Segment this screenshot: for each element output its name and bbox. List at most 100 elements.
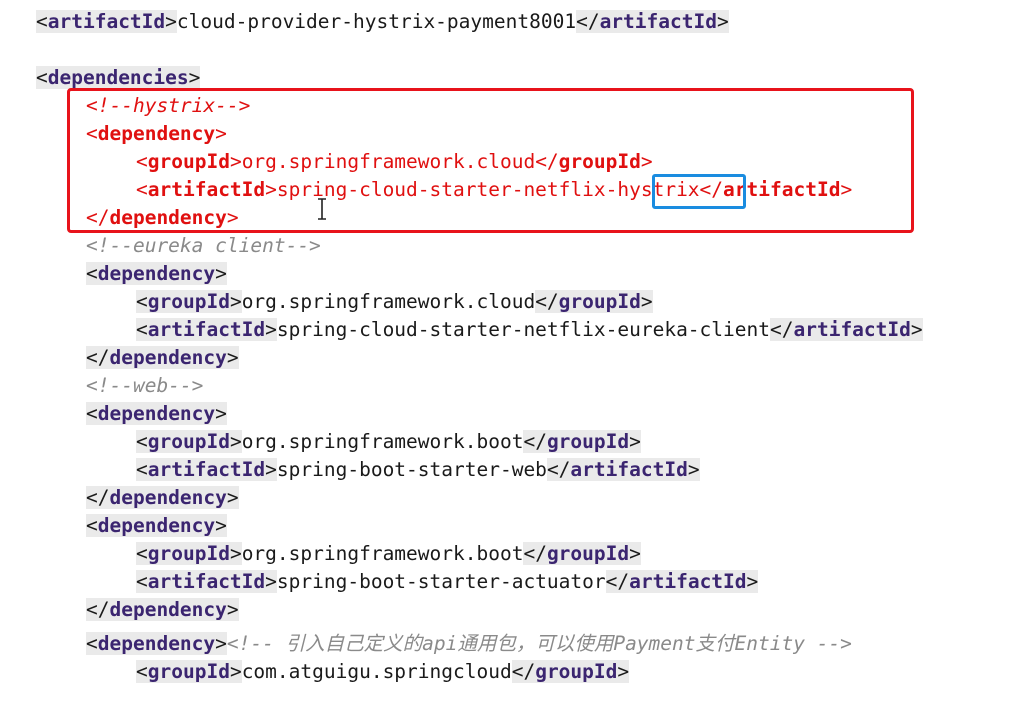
code-line-artifactid: <artifactId>spring-cloud-starter-netflix…	[136, 316, 923, 344]
xml-text-value: cloud-provider-hystrix-payment8001	[176, 10, 577, 33]
xml-bracket: </	[605, 570, 630, 593]
xml-tag-name: dependency	[97, 402, 216, 425]
code-line-groupid: <groupId>com.atguigu.springcloud</groupI…	[136, 658, 630, 686]
xml-bracket: </	[86, 486, 110, 509]
xml-bracket: <	[136, 542, 148, 565]
code-line-artifactid: <artifactId>spring-boot-starter-actuator…	[136, 568, 759, 596]
xml-tag-name: artifactId	[147, 570, 266, 593]
xml-bracket: </	[546, 458, 571, 481]
xml-tag-name: groupId	[147, 660, 230, 683]
xml-bracket: >	[265, 318, 277, 341]
xml-tag-name: artifactId	[629, 570, 747, 593]
xml-text-value: org.springframework.boot	[241, 542, 524, 565]
xml-text-value: com.atguigu.springcloud	[241, 660, 512, 683]
code-line-dependency-open: <dependency>	[86, 512, 227, 540]
text-cursor-icon	[318, 198, 326, 220]
xml-tag-name: dependency	[97, 262, 216, 285]
xml-tag-name: dependency	[97, 514, 216, 537]
xml-bracket: <	[136, 430, 148, 453]
xml-text-value: spring-boot-starter-web	[276, 458, 547, 481]
code-line-dependency-close: </dependency>	[86, 484, 239, 512]
code-line-groupid: <groupId>org.springframework.cloud</grou…	[136, 288, 653, 316]
xml-tag-name: dependency	[97, 632, 216, 655]
xml-tag-name: artifactId	[147, 458, 266, 481]
xml-bracket: >	[165, 10, 177, 33]
xml-bracket: <	[136, 318, 148, 341]
code-line-web-comment: <!--web-->	[86, 372, 203, 400]
xml-tag-name: dependency	[109, 598, 227, 621]
code-line-dependency-close: </dependency>	[86, 596, 239, 624]
xml-bracket: <	[86, 402, 98, 425]
xml-bracket: </	[86, 346, 110, 369]
xml-bracket: <	[36, 10, 48, 33]
xml-bracket: >	[229, 290, 242, 313]
xml-bracket: >	[226, 486, 239, 509]
xml-bracket: <	[86, 632, 98, 655]
xml-tag-name: artifactId	[47, 10, 166, 33]
xml-bracket: >	[265, 570, 277, 593]
xml-bracket: >	[265, 458, 277, 481]
xml-tag-name: groupId	[546, 430, 630, 453]
xml-tag-name: artifactId	[793, 318, 911, 341]
code-line-eureka-comment: <!--eureka client-->	[86, 232, 321, 260]
xml-bracket: >	[746, 570, 759, 593]
xml-text-value: org.springframework.boot	[241, 430, 524, 453]
xml-bracket: >	[215, 514, 227, 537]
xml-bracket: >	[215, 262, 227, 285]
xml-bracket: </	[86, 598, 110, 621]
code-line-dependency-close: </dependency>	[86, 344, 239, 372]
xml-tag-name: groupId	[558, 290, 641, 313]
xml-tag-name: groupId	[147, 290, 230, 313]
code-line-dependency-with-comment: <dependency><!-- 引入自己定义的api通用包，可以使用Payme…	[86, 630, 852, 658]
red-highlight-box	[67, 88, 914, 233]
xml-bracket: </	[770, 318, 794, 341]
xml-bracket: <	[136, 660, 148, 683]
xml-bracket: >	[687, 458, 700, 481]
xml-bracket: >	[226, 346, 239, 369]
code-line-artifactid-project: <artifactId>cloud-provider-hystrix-payme…	[36, 8, 729, 36]
xml-tag-name: groupId	[147, 542, 230, 565]
xml-bracket: >	[229, 660, 242, 683]
xml-bracket: </	[576, 10, 600, 33]
code-line-artifactid: <artifactId>spring-boot-starter-web</art…	[136, 456, 700, 484]
code-line-dependency-open: <dependency>	[86, 260, 227, 288]
xml-tag-name: artifactId	[599, 10, 717, 33]
xml-comment: <!-- 引入自己定义的api通用包，可以使用Payment支付Entity -…	[226, 632, 852, 655]
xml-bracket: <	[86, 262, 98, 285]
code-editor[interactable]: <artifactId>cloud-provider-hystrix-payme…	[0, 0, 1011, 706]
code-line-groupid: <groupId>org.springframework.boot</group…	[136, 428, 641, 456]
xml-tag-name: artifactId	[570, 458, 688, 481]
xml-bracket: >	[617, 660, 630, 683]
blue-highlight-box	[652, 174, 746, 209]
xml-bracket: >	[188, 66, 201, 89]
code-line-dependency-open: <dependency>	[86, 400, 227, 428]
xml-text-value: org.springframework.cloud	[241, 290, 536, 313]
xml-bracket: >	[229, 430, 242, 453]
xml-tag-name: groupId	[535, 660, 618, 683]
xml-bracket: </	[511, 660, 536, 683]
xml-bracket: >	[910, 318, 923, 341]
xml-comment: <!--web-->	[86, 374, 204, 397]
xml-bracket: >	[629, 542, 641, 565]
xml-bracket: </	[523, 430, 547, 453]
xml-bracket: </	[523, 542, 547, 565]
xml-tag-name: groupId	[147, 430, 230, 453]
xml-bracket: >	[716, 10, 729, 33]
xml-bracket: >	[629, 430, 641, 453]
xml-bracket: <	[136, 290, 148, 313]
xml-bracket: >	[229, 542, 242, 565]
xml-bracket: </	[535, 290, 559, 313]
code-line-groupid: <groupId>org.springframework.boot</group…	[136, 540, 641, 568]
xml-comment: <!--eureka client-->	[86, 234, 321, 257]
xml-tag-name: dependency	[109, 486, 227, 509]
xml-bracket: >	[640, 290, 653, 313]
xml-bracket: <	[136, 458, 148, 481]
xml-text-value: spring-boot-starter-actuator	[276, 570, 606, 593]
xml-bracket: >	[215, 402, 227, 425]
xml-bracket: <	[136, 570, 148, 593]
xml-bracket: >	[215, 632, 227, 655]
xml-tag-name: dependencies	[47, 66, 189, 89]
xml-bracket: >	[226, 598, 239, 621]
xml-bracket: <	[86, 514, 98, 537]
xml-tag-name: dependency	[109, 346, 227, 369]
